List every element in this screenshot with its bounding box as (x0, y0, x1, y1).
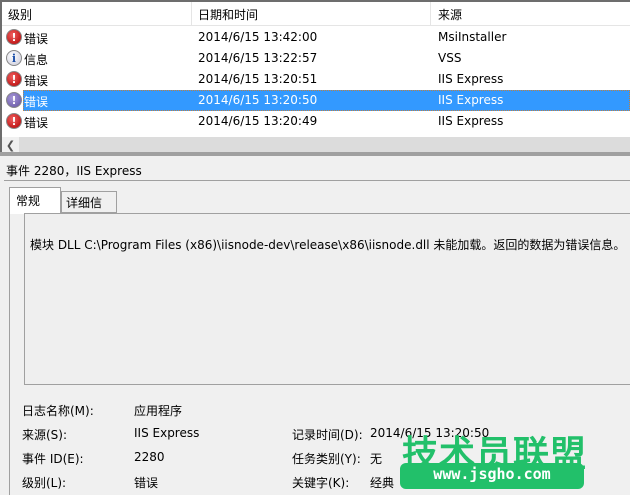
error-icon: ! (6, 71, 22, 87)
column-divider[interactable] (191, 2, 192, 26)
event-datetime: 2014/6/15 13:20:49 (198, 114, 318, 128)
event-source: IIS Express (438, 93, 504, 107)
event-list: 级别 日期和时间 来源 ! 错误 2014/6/15 13:42:00 MsiInst… (0, 0, 630, 154)
event-message: 模块 DLL C:\Program Files (x86)\iisnode-de… (30, 238, 626, 252)
event-level: 错误 (24, 95, 49, 109)
task-category-label: 任务类别(Y): (292, 452, 361, 466)
column-header-source[interactable]: 来源 (438, 6, 462, 23)
event-list-header: 级别 日期和时间 来源 (2, 2, 630, 26)
divider (4, 180, 630, 181)
event-level: 错误 (24, 74, 49, 88)
selection-highlight (23, 90, 630, 111)
event-level: 错误 (24, 32, 49, 46)
event-id-value: 2280 (134, 450, 165, 464)
tab-details[interactable]: 详细信息 (61, 191, 117, 227)
event-datetime: 2014/6/15 13:20:51 (198, 72, 318, 86)
event-source: VSS (438, 51, 462, 65)
event-detail-title: 事件 2280，IIS Express (6, 164, 142, 178)
divider (9, 213, 10, 495)
logged-label: 记录时间(D): (292, 428, 363, 442)
error-icon: ! (6, 29, 22, 45)
level-label: 级别(L): (22, 476, 67, 490)
event-source: IIS Express (438, 72, 504, 86)
error-icon: ! (6, 113, 22, 129)
task-category-value: 无 (370, 452, 383, 466)
event-row[interactable]: ! 错误 2014/6/15 13:20:50 IIS Express (2, 90, 630, 111)
log-name-label: 日志名称(M): (22, 404, 94, 418)
event-id-label: 事件 ID(E): (22, 452, 84, 466)
event-source: IIS Express (438, 114, 504, 128)
column-header-datetime[interactable]: 日期和时间 (198, 6, 258, 23)
event-level: 信息 (24, 53, 49, 67)
column-divider[interactable] (430, 2, 431, 26)
event-source: MsiInstaller (438, 30, 507, 44)
info-icon: i (6, 50, 22, 66)
watermark-logo: 技术员联盟 www.jsgho.com (400, 425, 586, 495)
event-level: 错误 (24, 116, 49, 130)
event-datetime: 2014/6/15 13:20:50 (198, 93, 318, 107)
event-row[interactable]: ! 错误 2014/6/15 13:20:51 IIS Express (2, 69, 630, 90)
pane-splitter[interactable] (0, 152, 630, 156)
level-value: 错误 (134, 476, 159, 490)
event-datetime: 2014/6/15 13:42:00 (198, 30, 318, 44)
error-icon: ! (6, 92, 22, 108)
event-row[interactable]: ! 错误 2014/6/15 13:20:49 IIS Express (2, 111, 630, 132)
event-message-box[interactable]: 模块 DLL C:\Program Files (x86)\iisnode-de… (24, 213, 630, 385)
source-value: IIS Express (134, 426, 200, 440)
event-row[interactable]: ! 错误 2014/6/15 13:42:00 MsiInstaller (2, 27, 630, 48)
tab-general[interactable]: 常规 (9, 187, 61, 214)
watermark-url: www.jsgho.com (400, 463, 584, 489)
log-name-value: 应用程序 (134, 404, 183, 418)
keywords-label: 关键字(K): (292, 476, 350, 490)
event-row[interactable]: i 信息 2014/6/15 13:22:57 VSS (2, 48, 630, 69)
column-header-level[interactable]: 级别 (8, 6, 32, 23)
keywords-value: 经典 (370, 476, 395, 490)
source-label: 来源(S): (22, 428, 68, 442)
event-datetime: 2014/6/15 13:22:57 (198, 51, 318, 65)
